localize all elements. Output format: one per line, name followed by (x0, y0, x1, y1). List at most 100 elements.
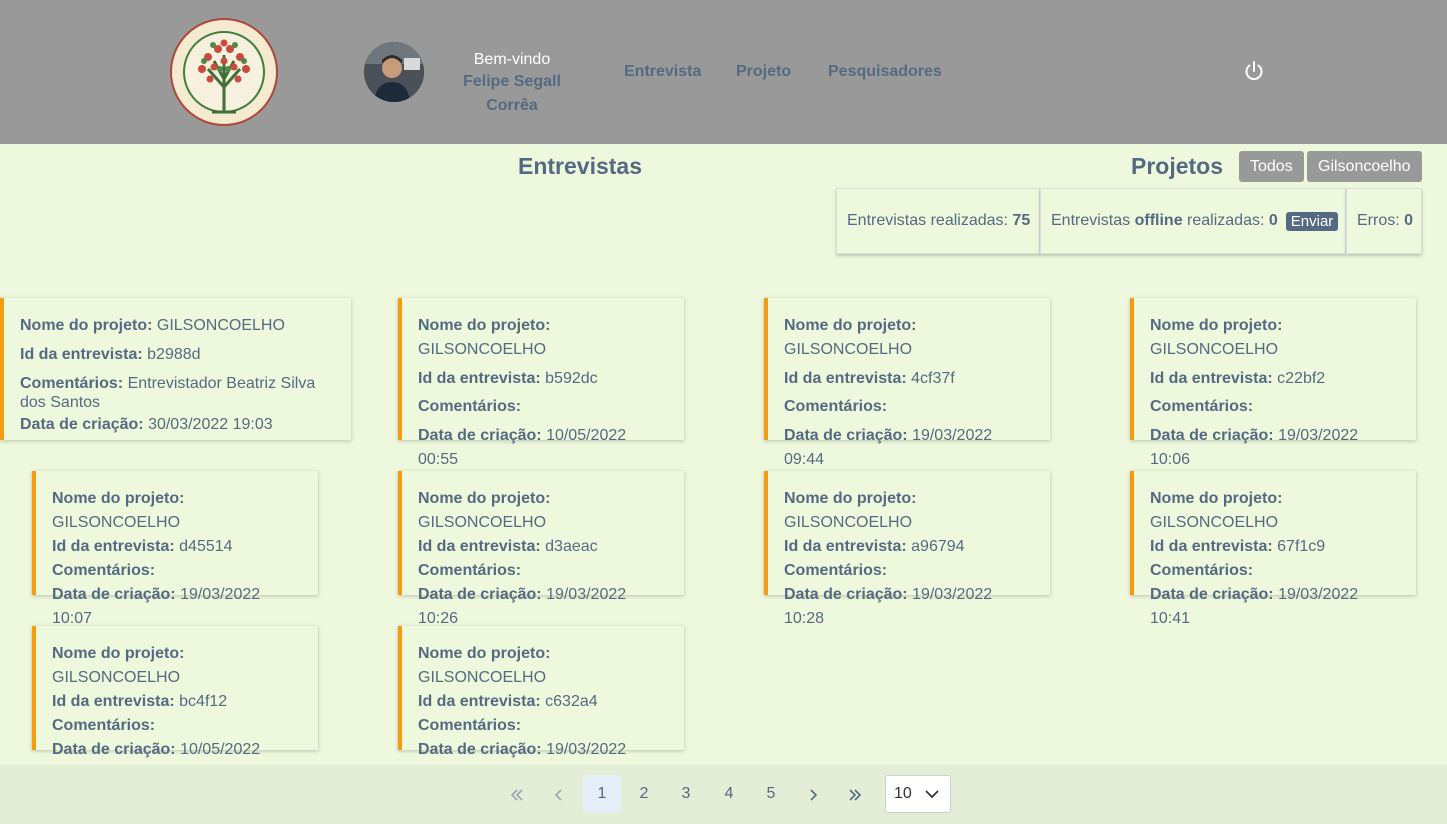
project-label: Nome do projeto: (1150, 490, 1283, 507)
date-label: Data de criação: (20, 416, 144, 433)
nav-projeto[interactable]: Projeto (736, 63, 791, 81)
id-label: Id da entrevista: (52, 693, 175, 710)
project-label: Nome do projeto: (52, 490, 185, 507)
page-4-button[interactable]: 4 (710, 775, 748, 813)
id-value: bc4f12 (179, 693, 228, 710)
interview-card[interactable]: Nome do projeto: GILSONCOELHO Id da entr… (764, 471, 1050, 627)
chevron-down-icon (925, 790, 939, 799)
project-label: Nome do projeto: (1150, 317, 1283, 334)
project-value: GILSONCOELHO (52, 669, 181, 686)
id-value: 4cf37f (911, 370, 955, 387)
project-label: Nome do projeto: (418, 317, 551, 334)
project-label: Nome do projeto: (784, 317, 917, 334)
nav-entrevista[interactable]: Entrevista (624, 63, 701, 81)
interview-card[interactable]: Nome do projeto: GILSONCOELHO Id da entr… (398, 626, 684, 782)
page-5-button[interactable]: 5 (752, 775, 790, 813)
interviews-title: Entrevistas (518, 153, 643, 179)
date-label: Data de criação: (784, 586, 908, 603)
nav-pesquisadores[interactable]: Pesquisadores (828, 63, 942, 81)
date-label: Data de criação: (784, 427, 908, 444)
page-size-value: 10 (894, 785, 912, 802)
double-chevron-left-icon[interactable] (498, 775, 536, 813)
id-label: Id da entrevista: (418, 370, 541, 387)
project-label: Nome do projeto: (784, 490, 917, 507)
page-3-button[interactable]: 3 (667, 775, 705, 813)
date-label: Data de criação: (418, 586, 542, 603)
comments-label: Comentários: (784, 398, 888, 415)
id-label: Id da entrevista: (784, 538, 907, 555)
id-label: Id da entrevista: (1150, 370, 1273, 387)
date-label: Data de criação: (1150, 586, 1274, 603)
comments-label: Comentários: (52, 717, 156, 734)
chevron-right-icon[interactable] (794, 775, 832, 813)
welcome-block: Bem-vindo Felipe Segall Corrêa (440, 50, 584, 118)
interview-card[interactable]: Nome do projeto: GILSONCOELHO Id da entr… (32, 471, 318, 627)
page-2-button[interactable]: 2 (625, 775, 663, 813)
double-chevron-right-icon[interactable] (836, 775, 874, 813)
id-label: Id da entrevista: (418, 538, 541, 555)
stat-errors-label: Erros: (1357, 212, 1400, 229)
id-value: d45514 (179, 538, 233, 555)
interview-card[interactable]: Nome do projeto: GILSONCOELHO Id da entr… (1130, 471, 1416, 627)
project-value: GILSONCOELHO (784, 341, 913, 358)
comments-label: Comentários: (418, 562, 522, 579)
id-label: Id da entrevista: (418, 693, 541, 710)
top-header: Bem-vindo Felipe Segall Corrêa Entrevist… (0, 0, 1447, 144)
comments-label: Comentários: (1150, 562, 1254, 579)
stat-errors-value: 0 (1404, 212, 1414, 229)
date-label: Data de criação: (52, 741, 176, 758)
stat-realizadas-value: 75 (1012, 212, 1031, 229)
date-value: 30/03/2022 19:03 (148, 416, 273, 433)
stat-offline-suffix: realizadas: (1187, 212, 1265, 229)
project-label: Nome do projeto: (418, 490, 551, 507)
id-value: b2988d (147, 346, 201, 363)
interview-card[interactable]: Nome do projeto: GILSONCOELHO Id da entr… (32, 626, 318, 782)
filter-gilsoncoelho-button[interactable]: Gilsoncoelho (1307, 151, 1422, 182)
project-value: GILSONCOELHO (784, 514, 913, 531)
id-value: a96794 (911, 538, 965, 555)
id-value: c22bf2 (1277, 370, 1326, 387)
stat-realizadas: Entrevistas realizadas: 75 (836, 188, 1040, 254)
project-label: Nome do projeto: (418, 645, 551, 662)
chevron-left-icon[interactable] (540, 775, 578, 813)
comments-label: Comentários: (1150, 398, 1254, 415)
page-1-button[interactable]: 1 (583, 775, 621, 813)
date-label: Data de criação: (1150, 427, 1274, 444)
stat-errors: Erros: 0 (1346, 188, 1422, 254)
id-label: Id da entrevista: (1150, 538, 1273, 555)
stat-offline-bold: offline (1134, 212, 1183, 229)
id-value: c632a4 (545, 693, 598, 710)
id-label: Id da entrevista: (52, 538, 175, 555)
id-label: Id da entrevista: (784, 370, 907, 387)
avatar (364, 42, 424, 102)
comments-label: Comentários: (52, 562, 156, 579)
stat-realizadas-label: Entrevistas realizadas: (847, 212, 1008, 229)
comments-label: Comentários: (418, 398, 522, 415)
interview-card[interactable]: Nome do projeto: GILSONCOELHO Id da entr… (764, 298, 1050, 468)
date-label: Data de criação: (52, 586, 176, 603)
send-button[interactable]: Enviar (1285, 211, 1339, 231)
page-size-select[interactable]: 10 (885, 775, 951, 813)
comments-label: Comentários: (418, 717, 522, 734)
interview-card[interactable]: Nome do projeto: GILSONCOELHO Id da entr… (1130, 298, 1416, 468)
interview-card[interactable]: Nome do projeto: GILSONCOELHO Id da entr… (398, 471, 684, 627)
project-value: GILSONCOELHO (418, 514, 547, 531)
filter-todos-button[interactable]: Todos (1239, 151, 1304, 182)
project-label: Nome do projeto: (20, 317, 153, 334)
project-value: GILSONCOELHO (1150, 514, 1279, 531)
date-label: Data de criação: (418, 741, 542, 758)
power-icon[interactable] (1243, 60, 1265, 82)
stat-offline-prefix: Entrevistas (1051, 212, 1131, 229)
stat-offline: Entrevistas offline realizadas: 0 Enviar (1040, 188, 1346, 254)
date-label: Data de criação: (418, 427, 542, 444)
interview-card[interactable]: Nome do projeto: GILSONCOELHO Id da entr… (0, 298, 351, 440)
project-value: GILSONCOELHO (1150, 341, 1279, 358)
interview-card[interactable]: Nome do projeto: GILSONCOELHO Id da entr… (398, 298, 684, 468)
id-value: 67f1c9 (1277, 538, 1326, 555)
id-label: Id da entrevista: (20, 346, 143, 363)
id-value: b592dc (545, 370, 598, 387)
user-name[interactable]: Felipe Segall Corrêa (440, 70, 584, 118)
id-value: d3aeac (545, 538, 598, 555)
logo (168, 17, 280, 127)
project-value: GILSONCOELHO (156, 317, 285, 334)
